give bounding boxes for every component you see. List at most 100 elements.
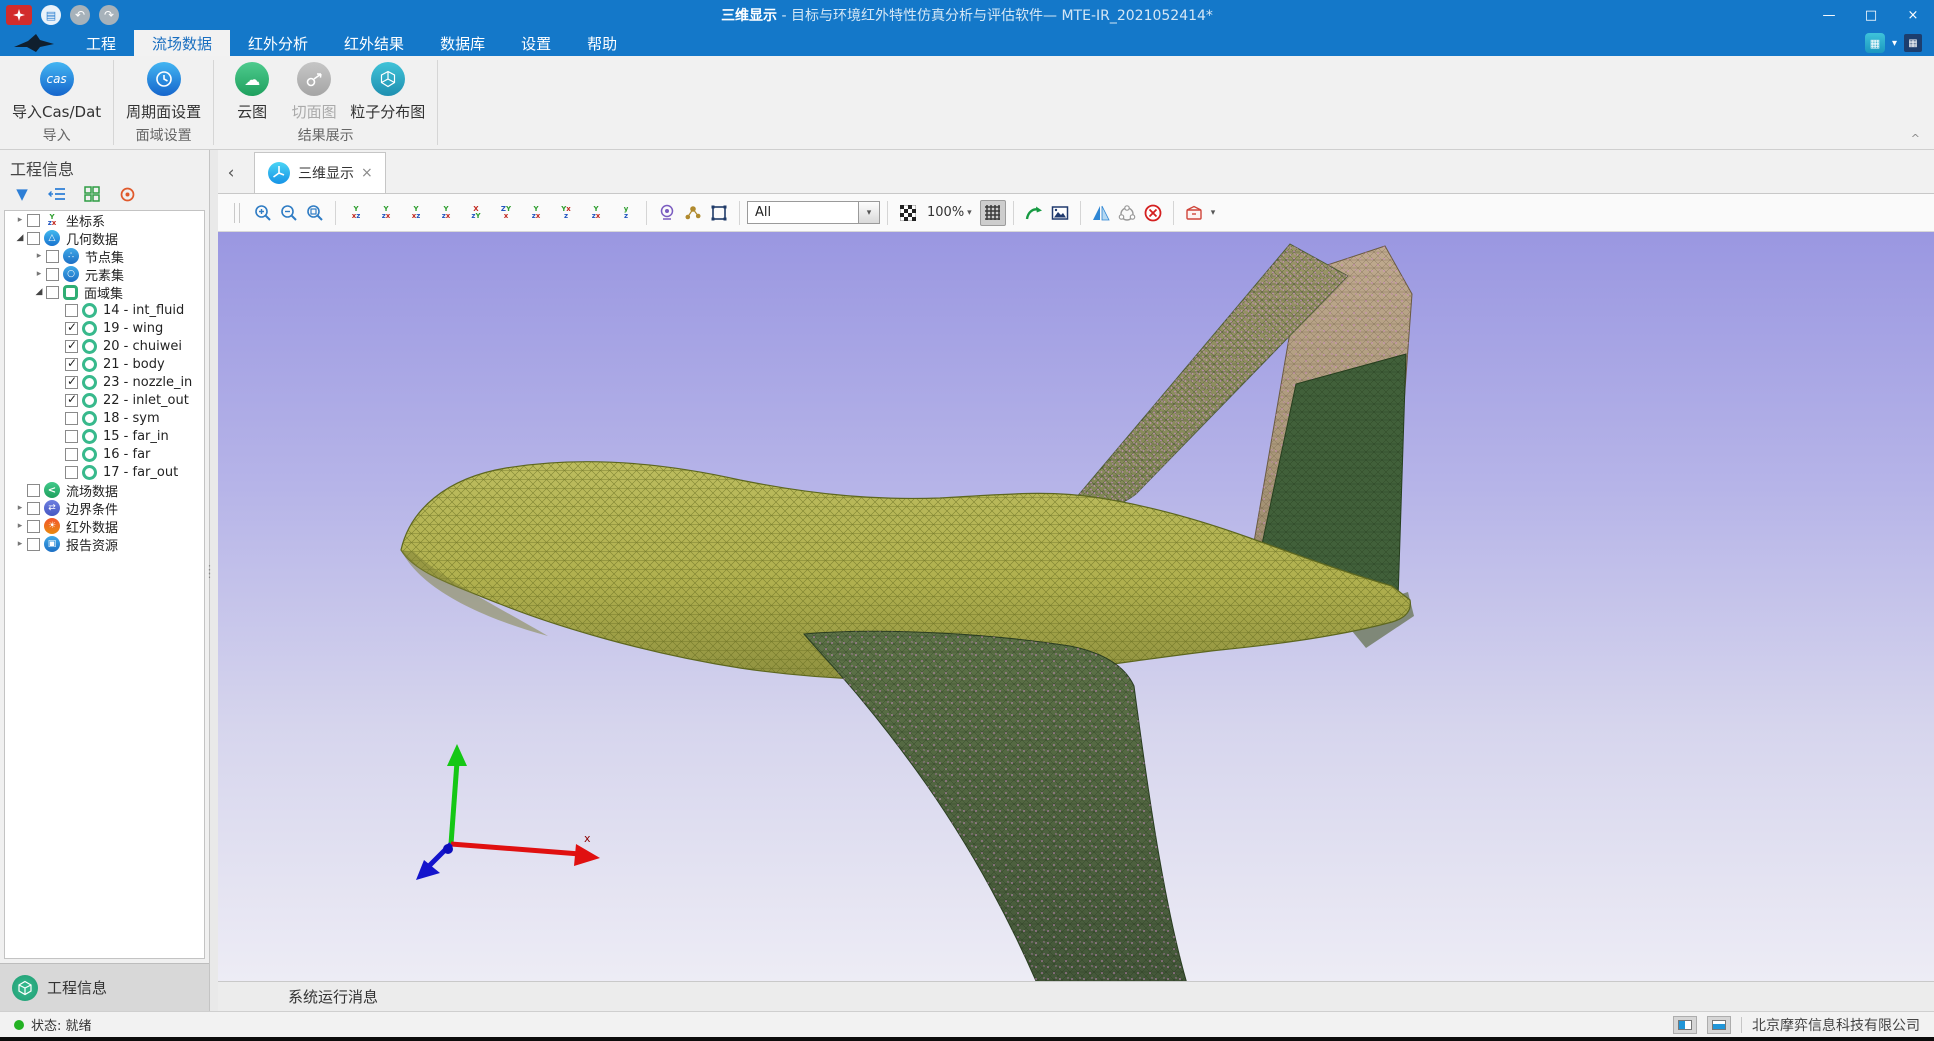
visibility-checkbox[interactable]: [27, 484, 40, 497]
view-orientation-button[interactable]: Yzx: [373, 200, 399, 226]
app-logo-button[interactable]: [6, 5, 32, 25]
visibility-checkbox[interactable]: [27, 214, 40, 227]
tree-row[interactable]: 21 - body: [5, 355, 204, 373]
visibility-checkbox[interactable]: [65, 322, 78, 335]
redo-button[interactable]: ↷: [99, 5, 119, 25]
transparency-button[interactable]: [895, 200, 921, 226]
node-display-button[interactable]: [1114, 200, 1140, 226]
view-orientation-button[interactable]: XzY: [463, 200, 489, 226]
visibility-checkbox[interactable]: [27, 538, 40, 551]
menu-item-流场数据[interactable]: 流场数据: [134, 30, 230, 56]
visibility-checkbox[interactable]: [65, 358, 78, 371]
zoom-dropdown-arrow-icon[interactable]: ▾: [967, 208, 972, 218]
tree-row[interactable]: 15 - far_in: [5, 427, 204, 445]
undo-button[interactable]: ↶: [70, 5, 90, 25]
locate-target-icon[interactable]: [117, 184, 137, 204]
view-orientation-button[interactable]: Yxz: [343, 200, 369, 226]
expand-arrow-icon[interactable]: ▸: [13, 215, 27, 225]
menu-item-设置[interactable]: 设置: [503, 30, 569, 56]
visibility-checkbox[interactable]: [46, 268, 59, 281]
style-dropdown-arrow-icon[interactable]: ▾: [1892, 38, 1897, 49]
zoom-percentage[interactable]: 100%: [927, 205, 964, 220]
viewport-3d[interactable]: x: [218, 232, 1934, 981]
zoom-fit-button[interactable]: [302, 200, 328, 226]
expand-arrow-icon[interactable]: ▸: [32, 269, 46, 279]
panel-layout-toggle-bottom[interactable]: [1707, 1016, 1731, 1034]
tree-row[interactable]: ▸Yzx坐标系: [5, 211, 204, 229]
new-document-button[interactable]: ▤: [41, 5, 61, 25]
visibility-checkbox[interactable]: [27, 520, 40, 533]
collapse-all-icon[interactable]: [47, 184, 67, 204]
visibility-checkbox[interactable]: [65, 466, 78, 479]
visibility-checkbox[interactable]: [65, 412, 78, 425]
window-layout-icon[interactable]: ▦: [1904, 34, 1922, 52]
visibility-checkbox[interactable]: [65, 304, 78, 317]
zoom-in-button[interactable]: [250, 200, 276, 226]
import-cas-dat-button[interactable]: cas 导入Cas/Dat: [12, 62, 101, 122]
visibility-checkbox[interactable]: [65, 448, 78, 461]
view-orientation-button[interactable]: Yxz: [553, 200, 579, 226]
menu-item-帮助[interactable]: 帮助: [569, 30, 635, 56]
screenshot-button[interactable]: [1047, 200, 1073, 226]
visibility-checkbox[interactable]: [27, 232, 40, 245]
archive-box-button[interactable]: [1181, 200, 1207, 226]
tree-row[interactable]: ▸⇄边界条件: [5, 499, 204, 517]
visibility-checkbox[interactable]: [65, 376, 78, 389]
panel-splitter-handle[interactable]: ⋮⋮: [204, 568, 215, 576]
expand-arrow-icon[interactable]: ◢: [32, 287, 46, 297]
tree-row[interactable]: 14 - int_fluid: [5, 301, 204, 319]
tree-row[interactable]: 17 - far_out: [5, 463, 204, 481]
export-arrow-button[interactable]: [1021, 200, 1047, 226]
view-orientation-button[interactable]: yz: [613, 200, 639, 226]
tree-row[interactable]: 16 - far: [5, 445, 204, 463]
expand-arrow-icon[interactable]: ▸: [13, 539, 27, 549]
tab-3d-display[interactable]: 三维显示 ×: [254, 152, 386, 193]
panel-layout-toggle-left[interactable]: [1673, 1016, 1697, 1034]
tree-row[interactable]: <流场数据: [5, 481, 204, 499]
tab-scroll-left-icon[interactable]: ‹: [218, 153, 244, 193]
visibility-checkbox[interactable]: [65, 394, 78, 407]
view-orientation-button[interactable]: Yzx: [583, 200, 609, 226]
minimize-button[interactable]: —: [1808, 0, 1850, 30]
view-orientation-button[interactable]: Yzx: [433, 200, 459, 226]
mirror-button[interactable]: [1088, 200, 1114, 226]
view-orientation-button[interactable]: Yxz: [403, 200, 429, 226]
tree-row[interactable]: ◢△几何数据: [5, 229, 204, 247]
view-orientation-button[interactable]: ZYx: [493, 200, 519, 226]
filter-icon[interactable]: ▼: [12, 184, 32, 204]
tree-row[interactable]: ◢面域集: [5, 283, 204, 301]
tree-row[interactable]: 18 - sym: [5, 409, 204, 427]
particle-distribution-button[interactable]: 粒子分布图: [350, 62, 425, 122]
clear-display-button[interactable]: [1140, 200, 1166, 226]
tab-close-icon[interactable]: ×: [361, 165, 373, 181]
tree-row[interactable]: 20 - chuiwei: [5, 337, 204, 355]
tree-row[interactable]: ▸∴节点集: [5, 247, 204, 265]
visibility-checkbox[interactable]: [65, 430, 78, 443]
style-switch-icon[interactable]: ▦: [1865, 33, 1885, 53]
periodic-face-settings-button[interactable]: 周期面设置: [126, 62, 201, 122]
menu-item-数据库[interactable]: 数据库: [422, 30, 503, 56]
menu-item-红外结果[interactable]: 红外结果: [326, 30, 422, 56]
tree-row[interactable]: ▸▣报告资源: [5, 535, 204, 553]
tree-row[interactable]: ▸○元素集: [5, 265, 204, 283]
zoom-out-button[interactable]: [276, 200, 302, 226]
expand-arrow-icon[interactable]: ▸: [13, 503, 27, 513]
tree-row[interactable]: 23 - nozzle_in: [5, 373, 204, 391]
maximize-button[interactable]: □: [1850, 0, 1892, 30]
visibility-checkbox[interactable]: [46, 286, 59, 299]
display-set-combobox[interactable]: All: [747, 201, 859, 224]
render-mode-button[interactable]: [680, 200, 706, 226]
combobox-dropdown-icon[interactable]: ▾: [859, 201, 880, 224]
archive-dropdown-arrow-icon[interactable]: ▾: [1211, 208, 1216, 218]
tree-row[interactable]: ▸☀红外数据: [5, 517, 204, 535]
expand-arrow-icon[interactable]: ▸: [13, 521, 27, 531]
toolbar-drag-handle[interactable]: [234, 203, 240, 223]
expand-arrow-icon[interactable]: ◢: [13, 233, 27, 243]
contour-plot-button[interactable]: ☁ 云图: [226, 62, 278, 122]
menu-item-工程[interactable]: 工程: [68, 30, 134, 56]
mesh-grid-toggle[interactable]: [980, 200, 1006, 226]
ribbon-collapse-icon[interactable]: ^: [1911, 132, 1920, 145]
tree-row[interactable]: 19 - wing: [5, 319, 204, 337]
visibility-checkbox[interactable]: [27, 502, 40, 515]
visibility-checkbox[interactable]: [46, 250, 59, 263]
